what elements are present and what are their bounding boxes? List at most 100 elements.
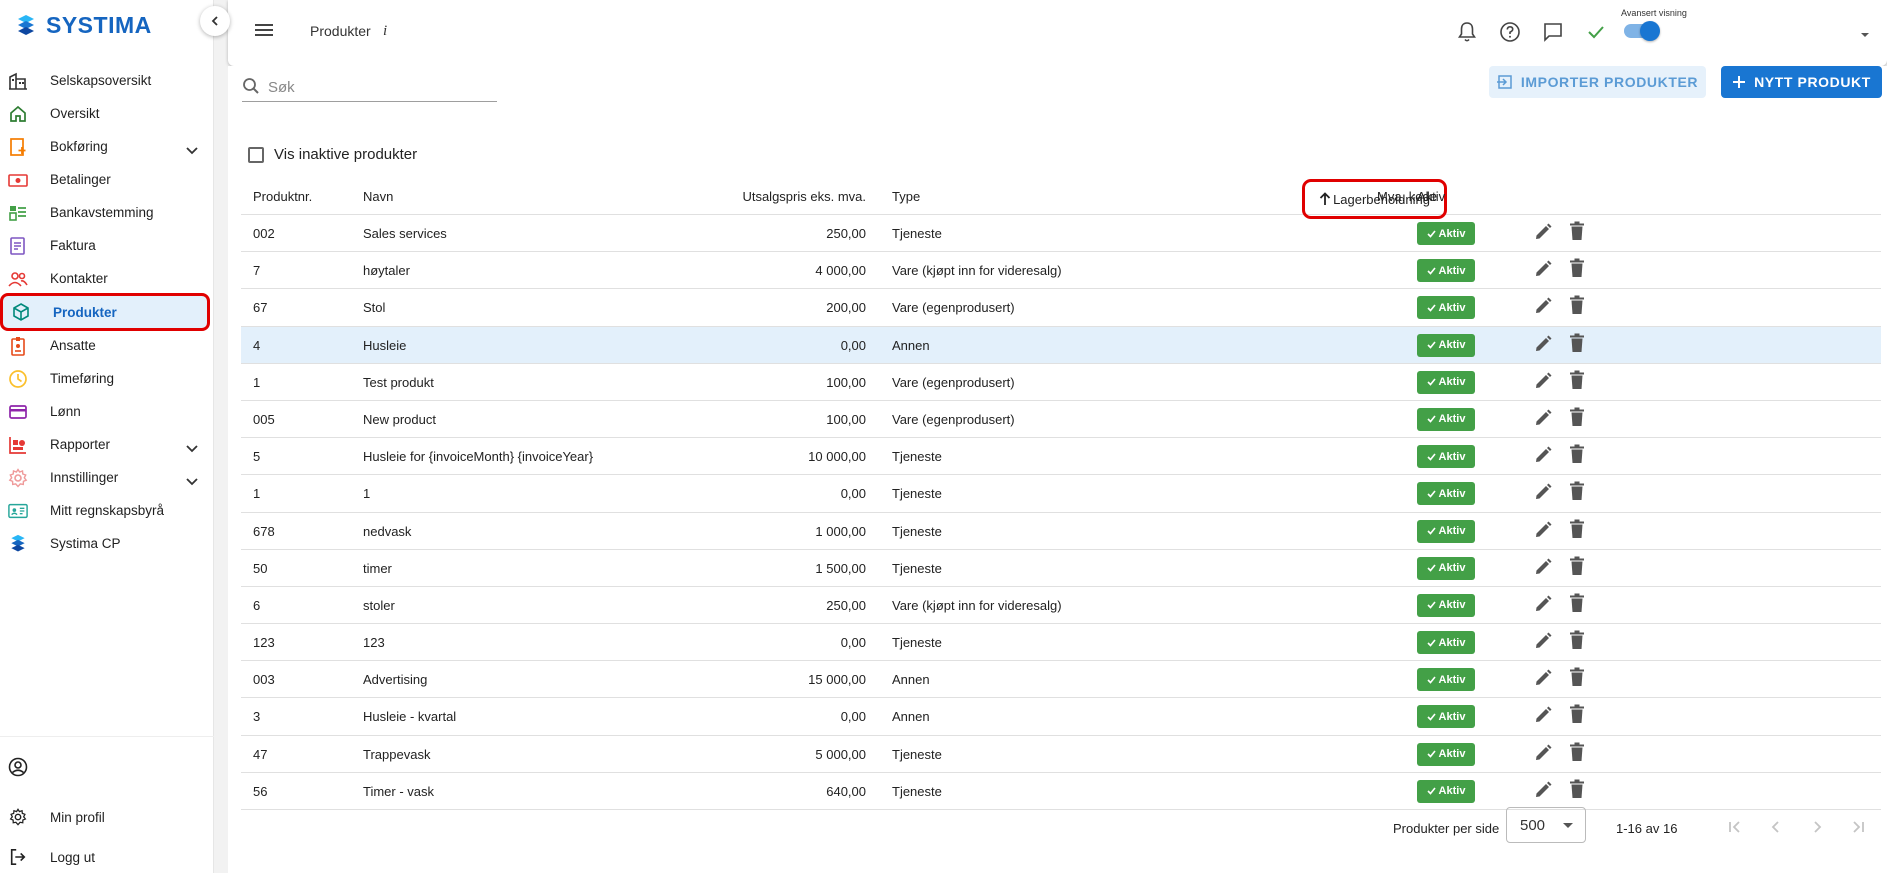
table-row[interactable]: 678nedvask1 000,00Tjeneste6Aktiv [241, 513, 1881, 550]
search-field[interactable] [242, 74, 497, 102]
sidebar-item-selskapsoversikt[interactable]: Selskapsoversikt [0, 64, 214, 97]
edit-icon[interactable] [1534, 632, 1552, 653]
delete-icon[interactable] [1569, 370, 1585, 393]
sidebar-item-timeføring[interactable]: Timeføring [0, 362, 214, 395]
delete-icon[interactable] [1569, 704, 1585, 727]
delete-icon[interactable] [1569, 742, 1585, 765]
delete-icon[interactable] [1569, 779, 1585, 802]
sidebar-item-logg-ut[interactable]: Logg ut [0, 837, 214, 873]
sidebar-item-innstillinger[interactable]: Innstillinger [0, 461, 214, 494]
chat-icon[interactable] [1541, 20, 1565, 44]
edit-icon[interactable] [1534, 446, 1552, 467]
last-page-icon[interactable] [1847, 816, 1869, 838]
col-header-aktiv[interactable]: Aktiv [1417, 189, 1445, 204]
col-header-type[interactable]: Type [892, 189, 920, 204]
sidebar-item-min-profil[interactable]: Min profil [0, 797, 214, 837]
sidebar-item-produkter[interactable]: Produkter [0, 293, 210, 331]
table-row[interactable]: 1231230,00Tjeneste6Aktiv [241, 624, 1881, 662]
edit-icon[interactable] [1534, 521, 1552, 542]
sidebar-item-faktura[interactable]: Faktura [0, 229, 214, 262]
chevron-down-icon[interactable] [186, 440, 198, 456]
table-row[interactable]: 002Sales services250,00Tjeneste3Aktiv [241, 215, 1881, 253]
table-row[interactable]: 3Husleie - kvartal0,00Annen6Aktiv [241, 698, 1881, 736]
first-page-icon[interactable] [1724, 816, 1746, 838]
sidebar-item-betalinger[interactable]: Betalinger [0, 163, 214, 196]
delete-icon[interactable] [1569, 407, 1585, 430]
status-badge[interactable]: Aktiv [1417, 668, 1475, 692]
next-page-icon[interactable] [1806, 816, 1828, 838]
delete-icon[interactable] [1569, 556, 1585, 579]
status-badge[interactable]: Aktiv [1417, 407, 1475, 431]
collapse-sidebar-button[interactable] [200, 6, 230, 36]
edit-icon[interactable] [1534, 558, 1552, 579]
sidebar-item-lønn[interactable]: Lønn [0, 395, 214, 428]
table-row[interactable]: 4Husleie0,00Annen6Aktiv [241, 326, 1881, 364]
edit-icon[interactable] [1534, 781, 1552, 802]
table-row[interactable]: 1Test produkt100,00Vare (egenprodusert)3… [241, 364, 1881, 401]
delete-icon[interactable] [1569, 593, 1585, 616]
status-badge[interactable]: Aktiv [1417, 259, 1475, 283]
status-badge[interactable]: Aktiv [1417, 333, 1475, 357]
table-row[interactable]: 005 New product 100,00 Vare (egenprodusert)… [241, 401, 1881, 439]
chevron-down-icon[interactable] [186, 142, 198, 158]
import-products-button[interactable]: IMPORTER PRODUKTER [1489, 66, 1706, 98]
delete-icon[interactable] [1569, 667, 1585, 690]
table-row[interactable]: 56Timer - vask640,00Tjeneste3Aktiv [241, 773, 1881, 810]
delete-icon[interactable] [1569, 258, 1585, 281]
edit-icon[interactable] [1534, 706, 1552, 727]
status-badge[interactable]: Aktiv [1417, 742, 1475, 766]
delete-icon[interactable] [1569, 444, 1585, 467]
status-badge[interactable]: Aktiv [1417, 779, 1475, 803]
sidebar-item-oversikt[interactable]: Oversikt [0, 97, 214, 130]
help-icon[interactable] [1498, 20, 1522, 44]
edit-icon[interactable] [1534, 595, 1552, 616]
table-row[interactable]: 5 Husleie for {invoiceMonth} {invoiceYear… [241, 438, 1881, 476]
edit-icon[interactable] [1534, 297, 1552, 318]
prev-page-icon[interactable] [1765, 816, 1787, 838]
edit-icon[interactable] [1534, 483, 1552, 504]
table-row[interactable]: 50timer1 500,00Tjeneste3Aktiv [241, 550, 1881, 587]
search-input[interactable] [268, 79, 488, 96]
delete-icon[interactable] [1569, 221, 1585, 244]
delete-icon[interactable] [1569, 295, 1585, 318]
status-badge[interactable]: Aktiv [1417, 296, 1475, 320]
edit-icon[interactable] [1534, 669, 1552, 690]
bell-icon[interactable] [1455, 20, 1479, 44]
brand-logo[interactable]: SYSTIMA [14, 12, 152, 39]
table-row[interactable]: 003Advertising15 000,00Annen32Aktiv [241, 661, 1881, 699]
show-inactive-checkbox[interactable]: Vis inaktive produkter [248, 146, 417, 163]
sidebar-item-mitt-regnskapsbyrå[interactable]: Mitt regnskapsbyrå [0, 494, 214, 527]
sidebar-item-ansatte[interactable]: Ansatte [0, 329, 214, 362]
status-badge[interactable]: Aktiv [1417, 593, 1475, 617]
status-badge[interactable]: Aktiv [1417, 705, 1475, 729]
per-page-select[interactable]: 500 [1506, 807, 1586, 843]
sidebar-item-kontakter[interactable]: Kontakter [0, 262, 214, 295]
table-row[interactable]: 6 stoler 250,00 Vare (kjøpt inn for videres… [241, 587, 1881, 625]
edit-icon[interactable] [1534, 372, 1552, 393]
status-badge[interactable]: Aktiv [1417, 482, 1475, 506]
table-row[interactable]: 110,00Tjeneste3Aktiv [241, 475, 1881, 513]
new-product-button[interactable]: NYTT PRODUKT [1721, 66, 1882, 98]
edit-icon[interactable] [1534, 744, 1552, 765]
delete-icon[interactable] [1569, 519, 1585, 542]
status-badge[interactable]: Aktiv [1417, 370, 1475, 394]
table-row[interactable]: 47Trappevask5 000,00Tjeneste3Aktiv [241, 736, 1881, 773]
status-badge[interactable]: Aktiv [1417, 222, 1475, 245]
user-avatar-row[interactable] [0, 747, 214, 787]
col-header-produktnr[interactable]: Produktnr. [253, 189, 312, 204]
status-badge[interactable]: Aktiv [1417, 519, 1475, 543]
info-icon[interactable]: i [383, 23, 387, 40]
sidebar-item-bankavstemming[interactable]: Bankavstemming [0, 196, 214, 229]
account-dropdown[interactable] [1859, 26, 1871, 42]
status-badge[interactable]: Aktiv [1417, 445, 1475, 469]
col-header-pris[interactable]: Utsalgspris eks. mva. [742, 189, 866, 204]
delete-icon[interactable] [1569, 630, 1585, 653]
advanced-view-toggle[interactable] [1624, 21, 1660, 41]
edit-icon[interactable] [1534, 409, 1552, 430]
chevron-down-icon[interactable] [186, 473, 198, 489]
status-badge[interactable]: Aktiv [1417, 631, 1475, 655]
edit-icon[interactable] [1534, 260, 1552, 281]
checkbox-box[interactable] [248, 146, 264, 163]
edit-icon[interactable] [1534, 223, 1552, 244]
sidebar-item-systima-cp[interactable]: Systima CP [0, 527, 214, 560]
